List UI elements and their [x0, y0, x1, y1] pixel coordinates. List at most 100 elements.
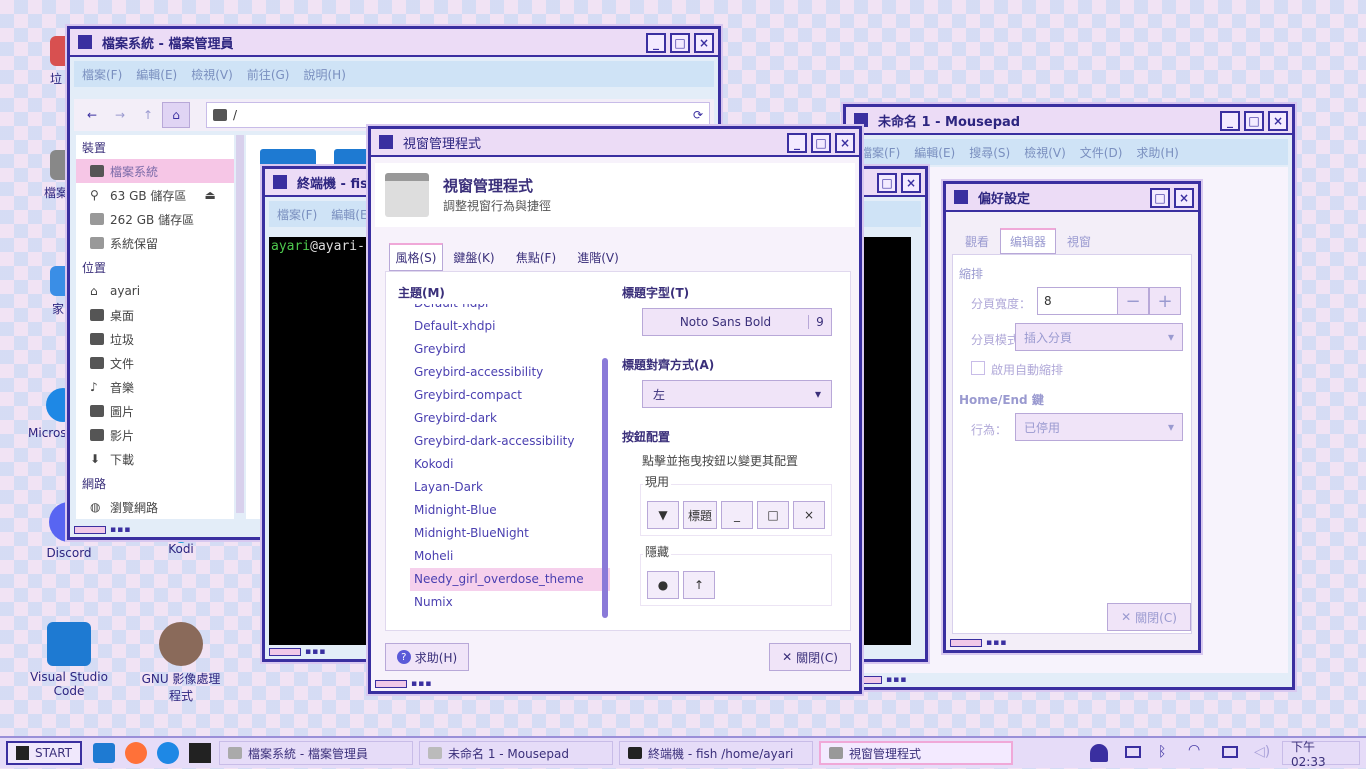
theme-item[interactable]: Layan-Dark [410, 476, 610, 499]
maximize-button[interactable]: □ [1244, 111, 1264, 131]
menu-file[interactable]: 檔案(F) [82, 66, 122, 83]
menu-file[interactable]: 檔案(F) [277, 206, 317, 223]
reload-icon[interactable]: ⟳ [693, 108, 703, 122]
behavior-select[interactable]: 已停用 ▾ [1015, 413, 1183, 441]
menu-view[interactable]: 檢視(V) [191, 66, 233, 83]
task-window-manager[interactable]: 視窗管理程式 [819, 741, 1013, 765]
minimize-slot[interactable]: _ [721, 501, 753, 529]
tab-style[interactable]: 風格(S) [389, 243, 443, 271]
theme-item[interactable]: Numix [410, 591, 610, 614]
theme-item[interactable]: Default-xhdpi [410, 315, 610, 338]
volume-icon[interactable]: ◁) [1254, 744, 1270, 760]
stick-slot[interactable]: ● [647, 571, 679, 599]
menu-help[interactable]: 說明(H) [303, 66, 345, 83]
start-button[interactable]: START [6, 741, 82, 765]
sidebar-item-music[interactable]: ♪ 音樂 [76, 375, 234, 399]
close-button[interactable]: × [694, 33, 714, 53]
terminal-launcher-icon[interactable] [189, 743, 211, 763]
theme-scrollbar[interactable] [602, 358, 608, 618]
sidebar-item-pictures[interactable]: 圖片 [76, 399, 234, 423]
theme-item[interactable]: Kokodi [410, 453, 610, 476]
desktop-icon-vscode[interactable]: Visual Studio Code [29, 622, 109, 698]
shade-slot[interactable]: ↑ [683, 571, 715, 599]
maximize-button[interactable]: □ [811, 133, 831, 153]
task-file-manager[interactable]: 檔案系統 - 檔案管理員 [219, 741, 413, 765]
theme-item[interactable]: Midnight-Blue [410, 499, 610, 522]
titlebar[interactable]: 偏好設定 □ × [946, 184, 1198, 212]
theme-item[interactable]: Greybird [410, 338, 610, 361]
task-mousepad[interactable]: 未命名 1 - Mousepad [419, 741, 613, 765]
home-button[interactable]: ⌂ [162, 102, 190, 128]
firefox-icon[interactable] [125, 742, 147, 764]
titlebar[interactable]: 檔案系統 - 檔案管理員 _ □ × [70, 29, 718, 57]
sidebar-item-system-reserved[interactable]: 系統保留 [76, 231, 234, 255]
menu-search[interactable]: 搜尋(S) [969, 144, 1010, 161]
theme-item[interactable]: Moheli [410, 545, 610, 568]
theme-item[interactable]: Greybird-dark [410, 407, 610, 430]
sidebar-item-desktop[interactable]: 桌面 [76, 303, 234, 327]
maximize-slot[interactable]: □ [757, 501, 789, 529]
tab-focus[interactable]: 焦點(F) [505, 243, 567, 271]
menu-document[interactable]: 文件(D) [1080, 144, 1123, 161]
close-button[interactable]: × [835, 133, 855, 153]
close-slot[interactable]: × [793, 501, 825, 529]
close-button[interactable]: × [901, 173, 921, 193]
menu-edit[interactable]: 編輯(E) [136, 66, 177, 83]
eject-icon[interactable]: ⏏ [204, 188, 215, 202]
font-button[interactable]: Noto Sans Bold 9 [642, 308, 832, 336]
minimize-button[interactable]: _ [1220, 111, 1240, 131]
edge-icon[interactable] [157, 742, 179, 764]
tab-window[interactable]: 視窗 [1056, 228, 1102, 254]
sidebar-item-63gb[interactable]: ⚲ 63 GB 儲存區 ⏏ [76, 183, 234, 207]
sidebar-scrollbar[interactable] [236, 135, 244, 513]
maximize-button[interactable]: □ [877, 173, 897, 193]
sidebar-item-downloads[interactable]: ⬇ 下載 [76, 447, 234, 471]
titlebar[interactable]: 視窗管理程式 _ □ × [371, 129, 859, 157]
path-bar[interactable]: / ⟳ [206, 102, 710, 128]
auto-indent-checkbox[interactable] [971, 361, 985, 375]
tab-advanced[interactable]: 進階(V) [567, 243, 629, 271]
menu-help[interactable]: 求助(H) [1136, 144, 1178, 161]
task-terminal[interactable]: 終端機 - fish /home/ayari [619, 741, 813, 765]
title-slot[interactable]: 標題 [683, 501, 717, 529]
sidebar-item-262gb[interactable]: 262 GB 儲存區 [76, 207, 234, 231]
increment-button[interactable]: + [1149, 287, 1181, 315]
notification-bell-icon[interactable] [1090, 744, 1108, 762]
theme-item[interactable]: Greybird-compact [410, 384, 610, 407]
align-select[interactable]: 左 ▾ [642, 380, 832, 408]
theme-list[interactable]: Default-hdpi Default-xhdpi Greybird Grey… [410, 304, 610, 620]
keyboard-icon[interactable] [1125, 746, 1141, 758]
wifi-icon[interactable]: ◠ [1188, 742, 1200, 758]
desktop-icon-gimp[interactable]: GNU 影像處理程式 [136, 622, 226, 704]
maximize-button[interactable]: □ [1150, 188, 1170, 208]
menu-view[interactable]: 檢視(V) [1024, 144, 1066, 161]
theme-item[interactable]: Default-hdpi [410, 304, 610, 315]
tab-mode-select[interactable]: 插入分頁 ▾ [1015, 323, 1183, 351]
close-button[interactable]: × [1174, 188, 1194, 208]
bluetooth-icon[interactable]: ᛒ [1158, 744, 1166, 760]
back-button[interactable]: ← [78, 102, 106, 128]
close-button[interactable]: ✕ 關閉(C) [1107, 603, 1191, 631]
files-launcher-icon[interactable] [93, 743, 115, 763]
sidebar-item-documents[interactable]: 文件 [76, 351, 234, 375]
sidebar-item-trash[interactable]: 垃圾 [76, 327, 234, 351]
sidebar-item-filesystem[interactable]: 檔案系統 [76, 159, 234, 183]
menu-edit[interactable]: 編輯(E [331, 206, 367, 223]
forward-button[interactable]: → [106, 102, 134, 128]
tab-view[interactable]: 觀看 [954, 228, 1000, 254]
sidebar-item-home[interactable]: ⌂ ayari [76, 279, 234, 303]
decrement-button[interactable]: − [1117, 287, 1149, 315]
battery-icon[interactable] [1222, 746, 1238, 758]
sidebar-item-browse-network[interactable]: ◍ 瀏覽網路 [76, 495, 234, 519]
close-button[interactable]: × [1268, 111, 1288, 131]
menu-edit[interactable]: 編輯(E) [914, 144, 955, 161]
menu-go[interactable]: 前往(G) [247, 66, 290, 83]
theme-item[interactable]: Midnight-BlueNight [410, 522, 610, 545]
close-dialog-button[interactable]: ✕ 關閉(C) [769, 643, 851, 671]
sidebar-item-videos[interactable]: 影片 [76, 423, 234, 447]
menu-file[interactable]: 檔案(F) [860, 144, 900, 161]
titlebar[interactable]: 未命名 1 - Mousepad _ □ × [846, 107, 1292, 135]
theme-item[interactable]: Greybird-accessibility [410, 361, 610, 384]
theme-item[interactable]: Greybird-dark-accessibility [410, 430, 610, 453]
minimize-button[interactable]: _ [787, 133, 807, 153]
